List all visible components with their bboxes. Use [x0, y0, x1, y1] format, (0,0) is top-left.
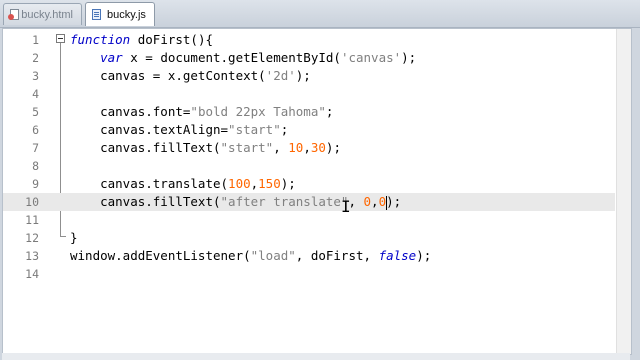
- code-line[interactable]: 6 canvas.textAlign="start";: [3, 121, 615, 139]
- vertical-scrollbar[interactable]: [616, 29, 631, 354]
- js-file-icon: [92, 8, 102, 21]
- code-line[interactable]: 13 window.addEventListener("load", doFirs…: [3, 247, 615, 265]
- tab-label: bucky.html: [21, 8, 73, 21]
- code-line[interactable]: 8: [3, 157, 615, 175]
- line-number: 7: [32, 141, 39, 155]
- code-text: canvas.font="bold 22px Tahoma";: [70, 104, 334, 119]
- line-number: 11: [25, 213, 39, 227]
- code-line[interactable]: 7 canvas.fillText("start", 10,30);: [3, 139, 615, 157]
- line-number: 10: [25, 195, 39, 209]
- code-line[interactable]: 2 var x = document.getElementById('canva…: [3, 49, 615, 67]
- code-line[interactable]: 11: [3, 211, 615, 229]
- line-number: 6: [32, 123, 39, 137]
- code-line[interactable]: 1 function doFirst(){: [3, 31, 615, 49]
- line-number: 13: [25, 249, 39, 263]
- code-text: canvas.fillText("start", 10,30);: [70, 140, 341, 155]
- html-file-icon: [8, 8, 19, 21]
- code-text: var x = document.getElementById('canvas'…: [100, 50, 417, 65]
- line-number: 12: [25, 231, 39, 245]
- line-number: 1: [32, 33, 39, 47]
- code-line[interactable]: 4: [3, 85, 615, 103]
- code-line[interactable]: 9 canvas.translate(100,150);: [3, 175, 615, 193]
- code-line[interactable]: 10 canvas.fillText("after translate", 0,…: [3, 193, 615, 211]
- code-line[interactable]: 12}: [3, 229, 615, 247]
- horizontal-scrollbar[interactable]: [2, 353, 630, 360]
- code-text: canvas.fillText("after translate", 0,0);: [70, 194, 402, 210]
- code-text: canvas = x.getContext('2d');: [70, 68, 311, 83]
- tab-bucky-js[interactable]: bucky.js: [85, 2, 155, 26]
- line-number: 8: [32, 159, 39, 173]
- line-number: 5: [32, 105, 39, 119]
- code-line[interactable]: 5 canvas.font="bold 22px Tahoma";: [3, 103, 615, 121]
- line-number: 14: [25, 267, 39, 281]
- line-number: 2: [32, 51, 39, 65]
- tab-label: bucky.js: [107, 8, 146, 21]
- line-number: 9: [32, 177, 39, 191]
- ibeam-cursor-icon: I: [341, 197, 351, 216]
- code-text: canvas.translate(100,150);: [70, 176, 296, 191]
- code-text: }: [70, 230, 78, 245]
- code-text: function doFirst(){: [70, 32, 214, 47]
- text-caret: [385, 195, 387, 210]
- tab-bar: bucky.html bucky.js: [0, 0, 640, 28]
- code-line[interactable]: 3 canvas = x.getContext('2d');: [3, 67, 615, 85]
- code-text: window.addEventListener("load", doFirst,…: [70, 248, 432, 263]
- code-line[interactable]: 14: [3, 265, 615, 283]
- code-editor[interactable]: 1 function doFirst(){ 2 var x = document.g…: [2, 28, 632, 355]
- code-text: canvas.textAlign="start";: [70, 122, 289, 137]
- line-number: 3: [32, 69, 39, 83]
- line-number: 4: [32, 87, 39, 101]
- tab-bucky-html[interactable]: bucky.html: [3, 3, 82, 25]
